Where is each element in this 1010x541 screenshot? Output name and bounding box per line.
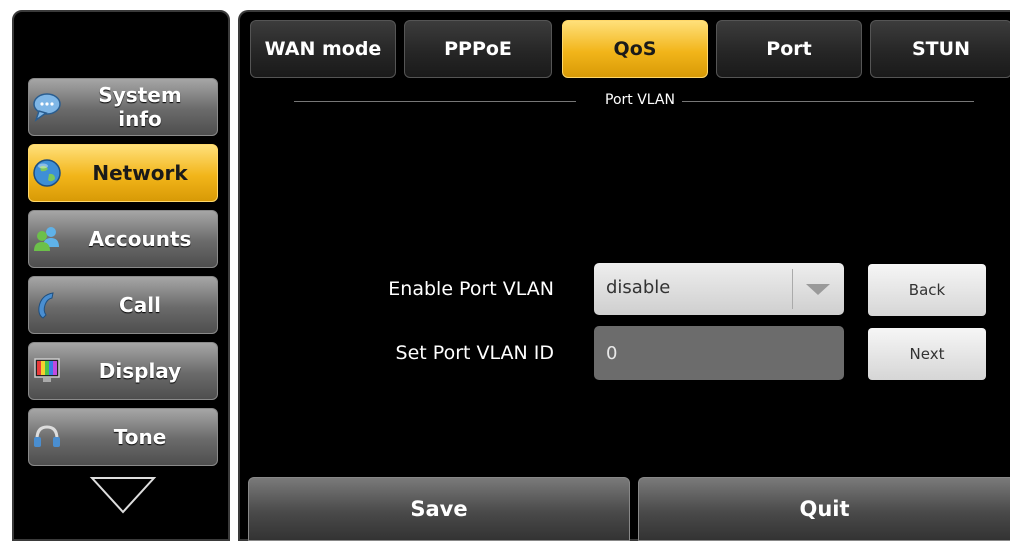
enable-port-vlan-select[interactable]: disable xyxy=(594,263,844,315)
tab-port[interactable]: Port xyxy=(716,20,862,78)
sidebar-item-display[interactable]: Display xyxy=(28,342,218,400)
back-button[interactable]: Back xyxy=(868,264,986,316)
globe-icon xyxy=(29,155,65,191)
sidebar: System info Network Accounts Call Displa… xyxy=(12,10,230,541)
tab-label: PPPoE xyxy=(444,38,512,60)
sidebar-item-label: Tone xyxy=(113,425,167,449)
tab-stun[interactable]: STUN xyxy=(870,20,1010,78)
users-icon xyxy=(29,221,65,257)
dropdown-arrow-icon[interactable] xyxy=(800,277,836,301)
select-value: disable xyxy=(606,277,671,298)
tab-label: WAN mode xyxy=(264,38,382,60)
port-vlan-id-label: Set Port VLAN ID xyxy=(395,342,554,364)
sidebar-item-system-info[interactable]: System info xyxy=(28,78,218,136)
tab-label: QoS xyxy=(613,38,657,60)
sidebar-item-label: System info xyxy=(98,83,182,131)
sidebar-item-label: Accounts xyxy=(88,227,192,251)
tab-qos[interactable]: QoS xyxy=(562,20,708,78)
sidebar-item-label: Display xyxy=(98,359,182,383)
quit-button[interactable]: Quit xyxy=(638,477,1010,541)
section-divider xyxy=(682,101,974,102)
sidebar-item-call[interactable]: Call xyxy=(28,276,218,334)
tab-pppoe[interactable]: PPPoE xyxy=(404,20,552,78)
sidebar-item-tone[interactable]: Tone xyxy=(28,408,218,466)
triangle-down-icon[interactable] xyxy=(88,472,158,516)
section-title: Port VLAN xyxy=(605,92,675,108)
headset-icon xyxy=(29,419,65,455)
port-vlan-id-input[interactable] xyxy=(594,326,844,380)
next-button[interactable]: Next xyxy=(868,328,986,380)
sidebar-item-accounts[interactable]: Accounts xyxy=(28,210,218,268)
main-panel: WAN mode PPPoE QoS Port STUN Port VLAN E… xyxy=(238,10,1010,541)
sidebar-item-label: Call xyxy=(119,293,161,317)
tab-label: Port xyxy=(766,38,812,60)
sidebar-item-network[interactable]: Network xyxy=(28,144,218,202)
phone-handset-icon xyxy=(29,287,65,323)
tab-label: STUN xyxy=(912,38,970,60)
save-button-label: Save xyxy=(410,497,468,521)
sidebar-item-label: Network xyxy=(92,161,188,185)
tab-wan-mode[interactable]: WAN mode xyxy=(250,20,396,78)
chat-bubble-icon xyxy=(29,89,65,125)
screen: System info Network Accounts Call Displa… xyxy=(0,0,1010,541)
enable-port-vlan-label: Enable Port VLAN xyxy=(388,278,554,300)
quit-button-label: Quit xyxy=(799,497,850,521)
monitor-icon xyxy=(29,353,65,389)
save-button[interactable]: Save xyxy=(248,477,630,541)
section-divider xyxy=(294,101,576,102)
select-divider xyxy=(792,269,793,309)
port-vlan-id-field[interactable] xyxy=(594,326,844,380)
